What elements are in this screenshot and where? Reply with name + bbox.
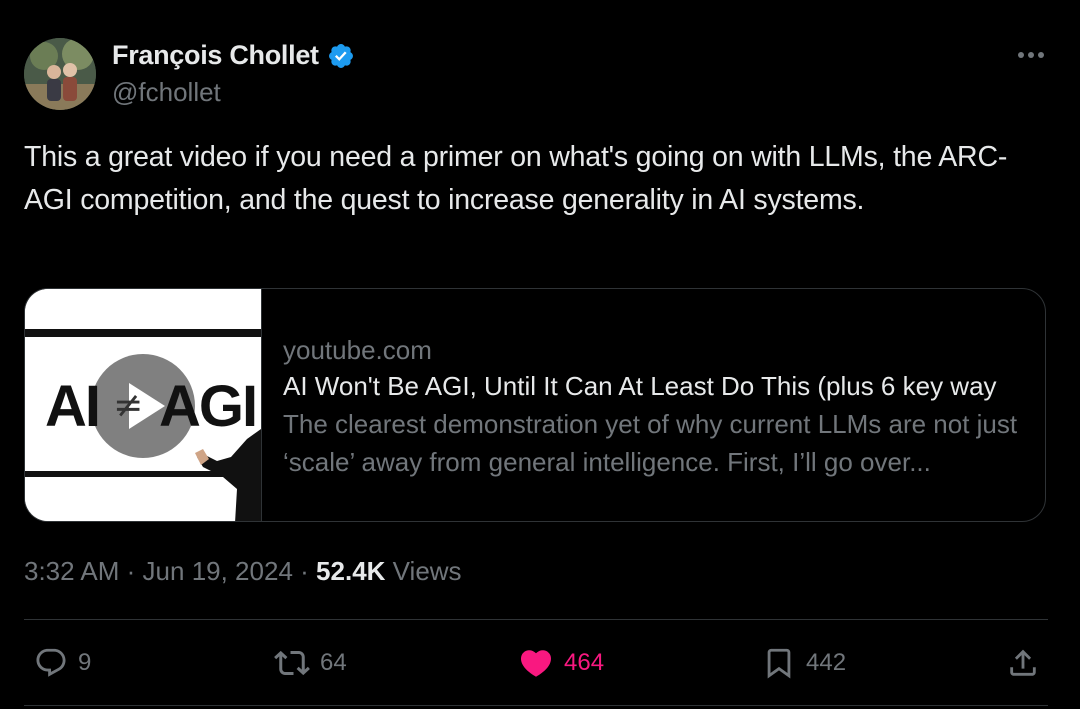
- bookmark-button[interactable]: 442: [762, 640, 846, 686]
- thumbnail-left-text: AI: [45, 374, 101, 439]
- reply-count: 9: [78, 649, 92, 676]
- link-card[interactable]: AI ≠ AGI youtube.com AI Won't Be AGI, Un…: [24, 288, 1046, 522]
- author-handle[interactable]: @fchollet: [112, 77, 221, 108]
- tweet-text: This a great video if you need a primer …: [24, 141, 1008, 216]
- card-domain: youtube.com: [283, 335, 432, 365]
- views-label: Views: [392, 556, 462, 586]
- share-icon: [1006, 646, 1040, 680]
- meta-separator: ·: [126, 556, 136, 586]
- tweet-date[interactable]: Jun 19, 2024: [143, 556, 293, 586]
- card-body[interactable]: youtube.com AI Won't Be AGI, Until It Ca…: [283, 333, 1025, 481]
- thumbnail-symbol: ≠: [113, 385, 144, 426]
- bookmark-count: 442: [806, 649, 847, 676]
- avatar[interactable]: [24, 38, 96, 110]
- tweet-meta: 3:32 AM · Jun 19, 2024 · 52.4K Views: [24, 556, 462, 587]
- divider: [24, 619, 1048, 620]
- reply-button[interactable]: 9: [34, 640, 91, 686]
- verified-badge-icon[interactable]: [327, 42, 355, 70]
- more-options-icon[interactable]: [1016, 42, 1046, 68]
- reply-icon: [34, 646, 68, 680]
- meta-separator: ·: [300, 556, 309, 586]
- views-count: 52.4K: [316, 556, 386, 586]
- action-bar: 9 64 464 442: [34, 640, 1040, 686]
- like-count: 464: [564, 649, 605, 676]
- author-name-row[interactable]: François Chollet: [112, 40, 355, 71]
- author-name[interactable]: François Chollet: [112, 40, 319, 71]
- card-description: The clearest demonstration yet of why cu…: [283, 409, 1018, 477]
- repost-count: 64: [320, 649, 347, 676]
- video-thumbnail[interactable]: AI ≠ AGI: [25, 289, 262, 521]
- bookmark-icon: [762, 646, 796, 680]
- thumbnail-right-text: AGI: [159, 374, 258, 439]
- heart-icon: [518, 645, 554, 681]
- card-title[interactable]: AI Won't Be AGI, Until It Can At Least D…: [283, 367, 1025, 405]
- share-button[interactable]: [1006, 640, 1040, 686]
- repost-icon: [274, 645, 310, 681]
- bottom-divider: [24, 705, 1048, 706]
- repost-button[interactable]: 64: [274, 640, 347, 686]
- like-button[interactable]: 464: [518, 640, 604, 686]
- tweet-time[interactable]: 3:32 AM: [24, 556, 119, 586]
